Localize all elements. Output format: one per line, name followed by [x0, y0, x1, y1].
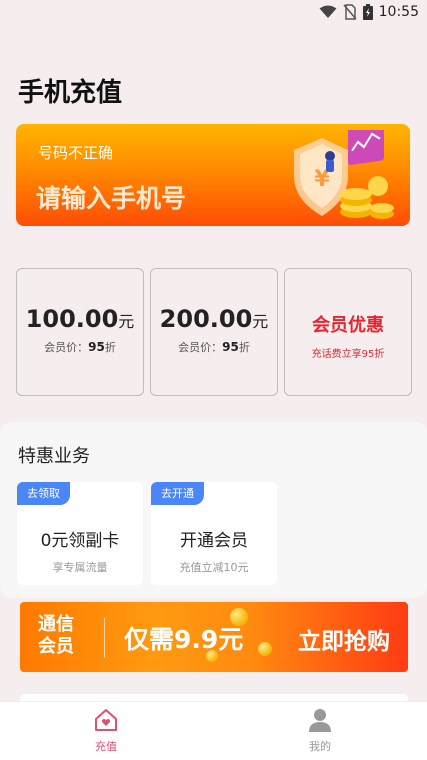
package-price-label: 会员价：: [178, 341, 223, 354]
bottom-tab-bar: 充值 我的: [0, 701, 427, 760]
package-200[interactable]: 200.00元 会员价：95折: [150, 268, 278, 396]
tab-label: 充值: [95, 740, 117, 753]
banner-divider: [104, 618, 105, 658]
banner-label-line1: 通信: [38, 614, 74, 635]
banner-price: 仅需9.9元: [124, 625, 244, 654]
battery-icon: [362, 4, 373, 20]
status-icons: 10:55: [319, 4, 419, 20]
banner-label-line2: 会员: [38, 636, 74, 657]
banner-buy-button[interactable]: 立即抢购: [298, 622, 390, 656]
tab-mine[interactable]: 我的: [290, 708, 350, 754]
banner-label: 通信 会员: [38, 614, 74, 658]
package-discount-unit: 折: [104, 341, 116, 354]
special-services-title: 特惠业务: [18, 446, 90, 467]
promo-banner[interactable]: 通信 会员 仅需9.9元 立即抢购: [20, 602, 408, 672]
service-card-membership[interactable]: 去开通 开通会员 充值立减10元: [151, 482, 277, 585]
coin-decoration: [258, 642, 272, 656]
home-heart-icon: [95, 709, 117, 731]
status-time: 10:55: [378, 4, 419, 20]
package-amount-unit: 元: [252, 312, 269, 331]
service-tag: 去领取: [17, 482, 70, 505]
shield-coins-illustration: ¥: [294, 130, 394, 219]
person-icon: [309, 709, 331, 732]
tab-recharge[interactable]: 充值: [76, 708, 136, 754]
service-tag: 去开通: [151, 482, 204, 505]
service-card-sub-card[interactable]: 去领取 0元领副卡 享专属流量: [17, 482, 143, 585]
tab-label: 我的: [309, 740, 331, 753]
service-subtitle: 充值立减10元: [179, 561, 249, 574]
service-name: 0元领副卡: [40, 531, 120, 551]
package-amount: 200.00元: [151, 305, 277, 333]
package-amount: 100.00元: [17, 305, 143, 333]
status-bar: 10:55: [0, 0, 427, 30]
vip-offer-subtitle: 充话费立享95折: [311, 349, 385, 360]
special-services-section: 特惠业务 去领取 0元领副卡 享专属流量 去开通 开通会员 充值立减10元: [0, 422, 427, 598]
package-discount: 95: [222, 340, 239, 354]
package-100[interactable]: 100.00元 会员价：95折: [16, 268, 144, 396]
vip-offer-title: 会员优惠: [312, 315, 384, 336]
vip-offer-card[interactable]: 会员优惠 充话费立享95折: [284, 268, 412, 396]
page-title: 手机充值: [18, 78, 123, 108]
recharge-packages: 100.00元 会员价：95折 200.00元 会员价：95折 会员优惠 充话费…: [16, 268, 412, 396]
package-price-label: 会员价：: [44, 341, 89, 354]
service-name: 开通会员: [180, 531, 248, 551]
package-amount-unit: 元: [118, 312, 135, 331]
phone-number-input[interactable]: [34, 178, 268, 218]
no-sim-icon: [343, 4, 357, 20]
service-subtitle: 享专属流量: [52, 561, 108, 574]
package-amount-value: 100.00: [25, 305, 119, 333]
phone-error-message: 号码不正确: [38, 144, 114, 162]
wifi-icon: [319, 5, 337, 18]
package-member-price: 会员价：95折: [17, 339, 143, 355]
package-discount: 95: [88, 340, 105, 354]
package-discount-unit: 折: [238, 341, 250, 354]
package-amount-value: 200.00: [159, 305, 253, 333]
phone-input-card: 号码不正确 ¥: [16, 124, 410, 226]
package-member-price: 会员价：95折: [151, 339, 277, 355]
